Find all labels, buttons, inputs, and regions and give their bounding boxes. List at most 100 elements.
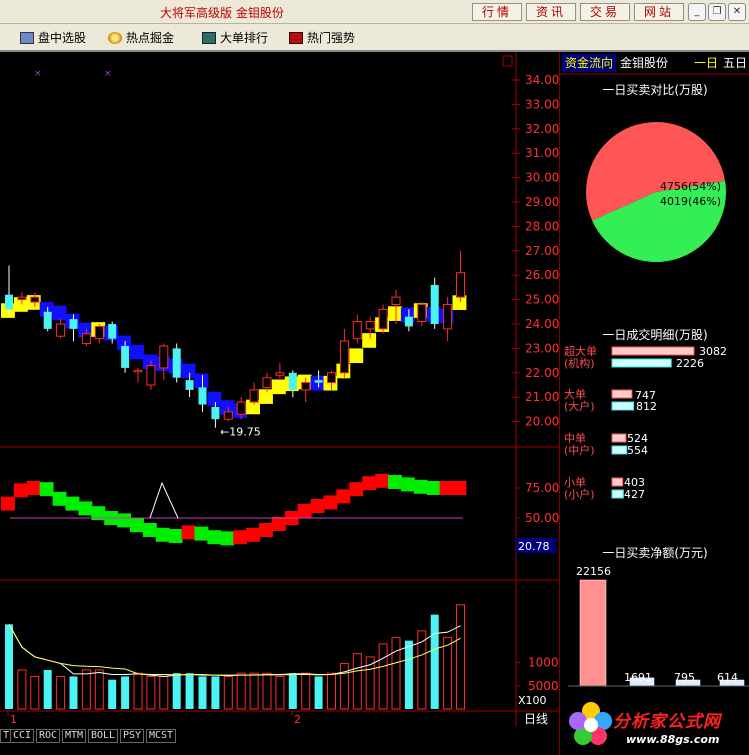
trend-band-segment: [388, 306, 402, 321]
detail-buy-bar: [611, 346, 695, 356]
candle-body: [159, 345, 169, 369]
volume-bar: [391, 636, 401, 710]
trend-band-segment: [349, 348, 364, 364]
nav-news-button[interactable]: 资讯: [526, 3, 576, 21]
volume-bar: [108, 679, 117, 709]
indicator-block: [297, 503, 312, 518]
trend-band-segment: [130, 344, 144, 360]
volume-bar: [69, 676, 78, 709]
detail-sublabel: (机构): [564, 357, 595, 370]
indicator-block: [439, 481, 454, 495]
price-tick-label: 22.00: [525, 366, 559, 380]
trend-band-segment: [181, 363, 196, 379]
indicator-block: [362, 476, 377, 491]
tab-five-day[interactable]: 五日: [723, 54, 747, 72]
indicator-block: [168, 529, 183, 543]
toolbar-label: 盘中选股: [38, 31, 87, 45]
panel-toggle-icon: [502, 55, 513, 67]
indicator-block: [142, 523, 157, 537]
tab-indicator[interactable]: ROC: [36, 729, 61, 743]
toolbar-big-order-rank[interactable]: 大单排行: [200, 28, 268, 48]
detail-sell-value: 554: [627, 444, 648, 457]
toolbar-hot-strong[interactable]: 热门强势: [287, 28, 355, 48]
detail-title: 一日成交明细(万股): [602, 328, 708, 342]
indicator-block: [271, 517, 286, 531]
volume-bar: [185, 673, 194, 709]
indicator-block: [181, 525, 196, 540]
volume-unit: X100: [518, 694, 547, 707]
marker-icon: ×: [34, 69, 42, 79]
indicator-block: [220, 531, 235, 546]
trend-band-segment: [52, 305, 67, 321]
indicator-tabs: T CCI ROC MTM BOLL PSY MCST: [0, 727, 559, 755]
nav-website-button[interactable]: 网站: [634, 3, 684, 21]
tab-capital-flow[interactable]: 资金流向: [562, 54, 617, 72]
trend-band-segment: [271, 379, 286, 395]
volume-bar: [339, 662, 349, 710]
net-value: 22156: [576, 565, 611, 578]
volume-bar: [352, 653, 362, 710]
trend-band-segment: [194, 373, 209, 389]
volume-tick-label: 10000: [528, 656, 559, 670]
price-chart[interactable]: × × ←19.75 75.00 50.00 20.78 10000 5000X100 日…: [0, 52, 559, 727]
detail-sell-bar: [611, 358, 672, 368]
toolbar-label: 热门强势: [307, 31, 356, 45]
indicator-block: [13, 483, 28, 498]
volume-bar: [430, 614, 439, 709]
tab-indicator[interactable]: BOLL: [88, 729, 119, 743]
trend-band-segment: [310, 375, 325, 391]
candle-body: [94, 325, 104, 340]
minimize-icon[interactable]: _: [688, 3, 706, 21]
toolbar-label: 大单排行: [220, 31, 269, 45]
indicator-block: [194, 526, 209, 541]
candle-body: [404, 316, 413, 327]
toolbar-hot-spots[interactable]: 热点掘金: [106, 28, 174, 48]
volume-bar: [456, 604, 465, 710]
candle-body: [275, 372, 285, 376]
restore-icon[interactable]: ❐: [708, 3, 726, 21]
candle-body: [249, 389, 259, 403]
indicator-value: 20.78: [518, 540, 550, 553]
volume-bar: [198, 676, 207, 709]
indicator-block: [117, 513, 131, 528]
net-value: 1691: [624, 671, 652, 684]
candle-body: [146, 364, 156, 386]
tab-indicator[interactable]: CCI: [10, 729, 35, 743]
candle-body: [378, 308, 388, 330]
candle-body: [43, 311, 52, 329]
date-mark: 2: [294, 713, 301, 726]
toolbar-stock-picker[interactable]: 盘中选股: [18, 28, 86, 48]
price-tick-label: 26.00: [525, 268, 559, 282]
detail-sublabel: (小户): [564, 488, 595, 501]
candle-body: [301, 382, 311, 391]
volume-bar: [236, 672, 246, 710]
detail-sell-value: 812: [636, 400, 657, 413]
nav-trade-button[interactable]: 交易: [580, 3, 630, 21]
trend-band: [1, 295, 467, 418]
detail-buy-bar: [611, 389, 633, 399]
tab-one-day[interactable]: 一日: [694, 54, 718, 72]
candle-body: [430, 284, 439, 324]
candle-body: [185, 380, 194, 390]
nav-quotes-button[interactable]: 行情: [472, 3, 522, 21]
indicator-block: [207, 530, 222, 545]
stock-name: 金钼股份: [620, 56, 669, 70]
candle-body: [262, 377, 272, 388]
candle-body: [288, 372, 297, 390]
tab-indicator[interactable]: PSY: [120, 729, 145, 743]
close-icon[interactable]: ✕: [728, 3, 746, 21]
candle-body: [121, 345, 130, 368]
volume-bar: [159, 675, 169, 710]
toolbar: 盘中选股 热点掘金 大单排行 热门强势: [0, 24, 749, 52]
volume-bar: [56, 675, 66, 710]
pie-green-label: 4019(46%): [660, 195, 722, 208]
candle-body: [69, 319, 78, 329]
detail-buy-bar: [611, 433, 627, 443]
volume-bar: [275, 675, 285, 710]
title-bar: 大将军高级版 金钼股份 行情 资讯 交易 网站 _ ❐ ✕: [0, 0, 749, 24]
indicator-block: [130, 518, 144, 533]
volume-bar: [17, 669, 27, 710]
tab-indicator[interactable]: MCST: [146, 729, 177, 743]
tab-indicator[interactable]: MTM: [62, 729, 87, 743]
detail-sublabel: (大户): [564, 400, 595, 413]
